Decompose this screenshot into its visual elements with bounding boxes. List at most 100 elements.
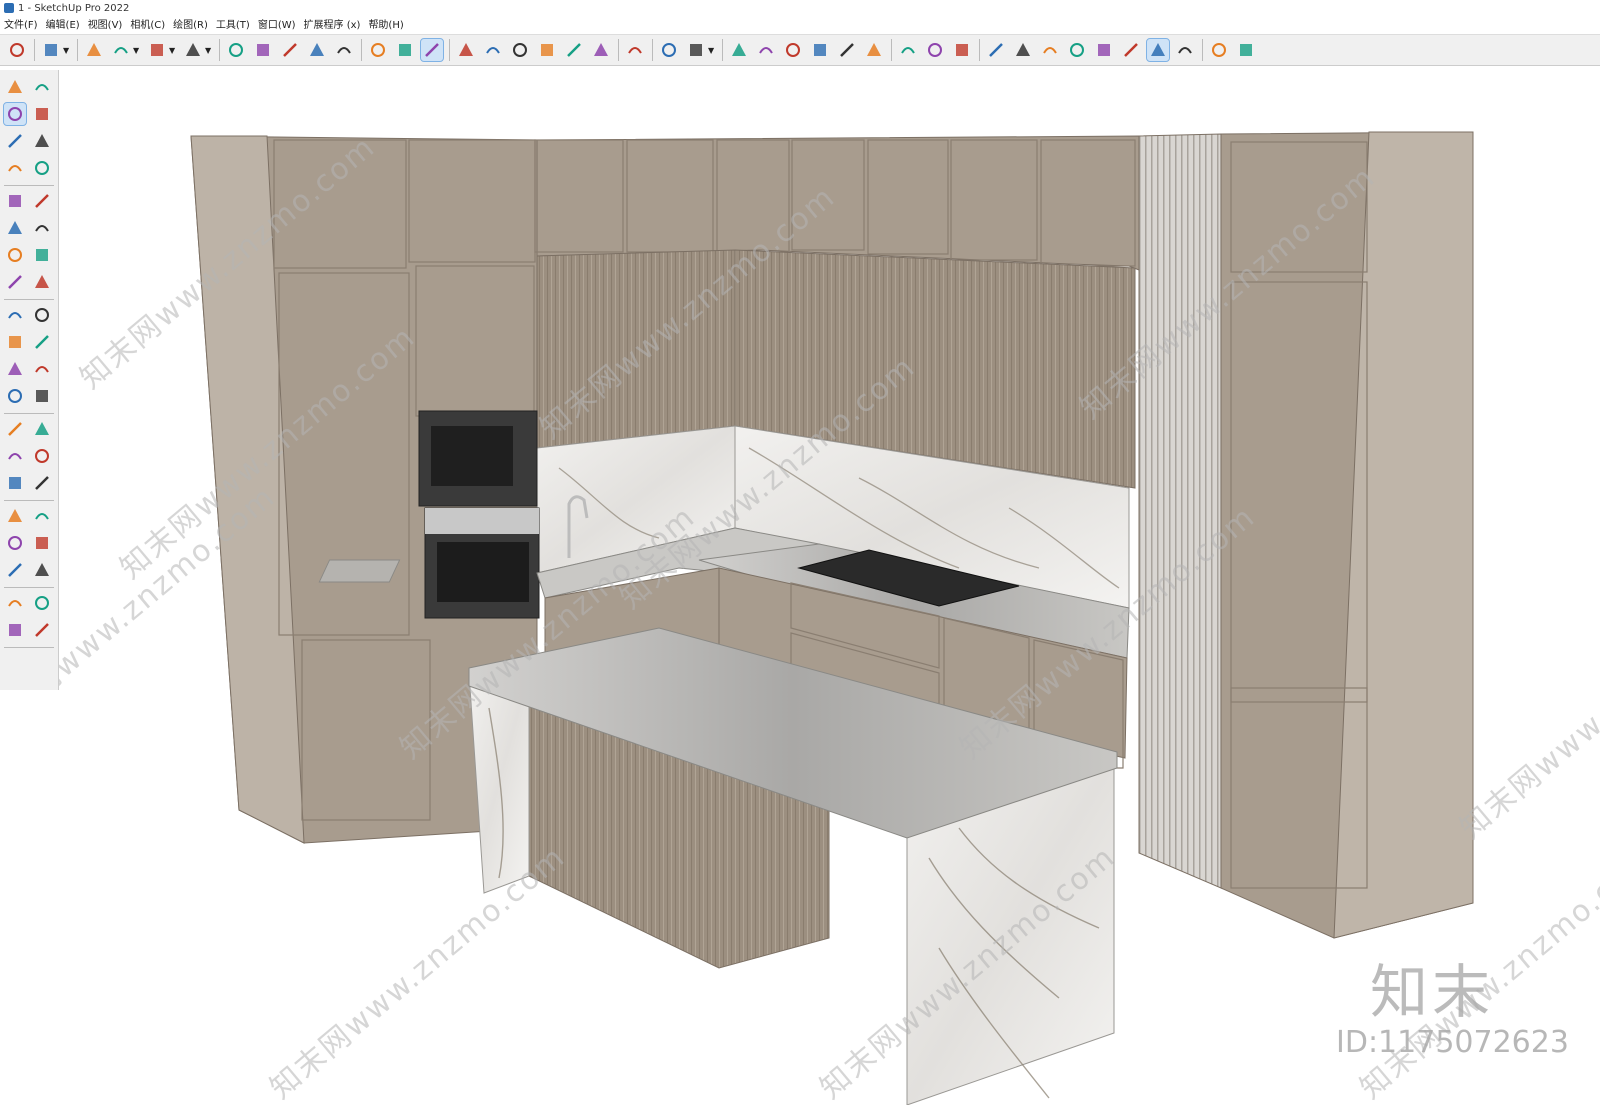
eraser-icon[interactable] xyxy=(31,103,53,125)
checker-icon[interactable] xyxy=(1066,39,1088,61)
move-icon[interactable] xyxy=(279,39,301,61)
eraser-icon[interactable] xyxy=(83,39,105,61)
menu-window[interactable]: 窗口(W) xyxy=(254,17,300,34)
menu-edit[interactable]: 编辑(E) xyxy=(42,17,84,34)
rotate-icon[interactable] xyxy=(4,331,26,353)
dropdown-arrow-icon[interactable]: ▼ xyxy=(133,46,141,55)
scale-icon[interactable] xyxy=(4,358,26,380)
menu-camera[interactable]: 相机(C) xyxy=(126,17,169,34)
pie-icon[interactable] xyxy=(31,244,53,266)
house-4-icon[interactable] xyxy=(863,39,885,61)
rectangle-icon[interactable] xyxy=(4,190,26,212)
settings-icon[interactable] xyxy=(1120,39,1142,61)
scenes-icon[interactable] xyxy=(1146,38,1170,62)
scale-icon[interactable] xyxy=(333,39,355,61)
menu-view[interactable]: 视图(V) xyxy=(84,17,127,34)
match-photo-icon[interactable] xyxy=(1039,39,1061,61)
dropdown-arrow-icon[interactable]: ▼ xyxy=(63,46,71,55)
extension-icon[interactable] xyxy=(658,39,680,61)
tape-measure-icon[interactable] xyxy=(4,385,26,407)
layers-icon[interactable] xyxy=(4,619,26,641)
text-icon[interactable] xyxy=(394,39,416,61)
circle-icon[interactable] xyxy=(4,217,26,239)
styles-icon[interactable] xyxy=(31,592,53,614)
menu-draw[interactable]: 绘图(R) xyxy=(169,17,212,34)
component-icon[interactable] xyxy=(563,39,585,61)
model-info-icon[interactable] xyxy=(755,39,777,61)
outliner-icon[interactable] xyxy=(31,619,53,641)
follow-me-icon[interactable] xyxy=(252,39,274,61)
arc-icon[interactable] xyxy=(4,244,26,266)
orbit-icon[interactable] xyxy=(4,445,26,467)
position-camera-icon[interactable] xyxy=(4,532,26,554)
house-3-icon[interactable] xyxy=(836,39,858,61)
zoom-window-icon[interactable] xyxy=(536,39,558,61)
pencil-icon[interactable] xyxy=(110,39,132,61)
house-2-icon[interactable] xyxy=(809,39,831,61)
paint-bucket-icon[interactable] xyxy=(3,102,27,126)
text-icon[interactable] xyxy=(31,385,53,407)
select-icon[interactable] xyxy=(40,39,62,61)
solid-tools-icon[interactable] xyxy=(897,39,919,61)
zoom-icon[interactable] xyxy=(509,39,531,61)
orbit-icon[interactable] xyxy=(455,39,477,61)
section-icon[interactable] xyxy=(31,559,53,581)
add-icon[interactable] xyxy=(985,39,1007,61)
menu-help[interactable]: 帮助(H) xyxy=(364,17,407,34)
toolbar-separator xyxy=(979,39,980,61)
arc-2pt-icon[interactable] xyxy=(31,271,53,293)
title-bar: 1 - SketchUp Pro 2022 xyxy=(0,0,1600,17)
dropdown-arrow-icon[interactable]: ▼ xyxy=(205,46,213,55)
rotated-rect-icon[interactable] xyxy=(31,190,53,212)
orbit-icon[interactable] xyxy=(31,76,53,98)
model-viewport[interactable]: 知末网www.znzmo.com 知末网www.znzmo.com 知末网www… xyxy=(59,68,1600,1105)
warehouse-icon[interactable] xyxy=(728,39,750,61)
select-icon[interactable] xyxy=(4,76,26,98)
pan-icon[interactable] xyxy=(482,39,504,61)
move-icon[interactable] xyxy=(4,304,26,326)
user-icon[interactable] xyxy=(1235,39,1257,61)
toolbar-separator xyxy=(618,39,619,61)
push-pull-icon[interactable] xyxy=(225,39,247,61)
dropdown-arrow-icon[interactable]: ▼ xyxy=(169,46,177,55)
previous-icon[interactable] xyxy=(31,505,53,527)
rectangle-icon[interactable] xyxy=(182,39,204,61)
sandbox-icon[interactable] xyxy=(1012,39,1034,61)
paint-bucket-icon[interactable] xyxy=(420,38,444,62)
walk-icon[interactable] xyxy=(4,559,26,581)
component-icon[interactable] xyxy=(4,130,26,152)
push-pull-icon[interactable] xyxy=(31,304,53,326)
follow-me-icon[interactable] xyxy=(31,331,53,353)
layers-icon[interactable] xyxy=(624,39,646,61)
styles-icon[interactable] xyxy=(590,39,612,61)
menu-file[interactable]: 文件(F) xyxy=(0,17,42,34)
arc-3pt-icon[interactable] xyxy=(4,271,26,293)
section-icon[interactable] xyxy=(924,39,946,61)
look-around-icon[interactable] xyxy=(31,532,53,554)
house-icon[interactable] xyxy=(782,39,804,61)
polygon-icon[interactable] xyxy=(31,217,53,239)
section-fill-icon[interactable] xyxy=(951,39,973,61)
zoom-extents-icon[interactable] xyxy=(6,39,28,61)
cart-icon[interactable] xyxy=(1208,39,1230,61)
zoom-window-icon[interactable] xyxy=(31,472,53,494)
menu-tools[interactable]: 工具(T) xyxy=(212,17,254,34)
cloud-icon[interactable] xyxy=(1093,39,1115,61)
dropdown-arrow-icon[interactable]: ▼ xyxy=(708,46,716,55)
component-edit-icon[interactable] xyxy=(4,592,26,614)
arc-icon[interactable] xyxy=(146,39,168,61)
menu-extensions[interactable]: 扩展程序 (x) xyxy=(300,17,365,34)
tape-measure-icon[interactable] xyxy=(367,39,389,61)
tape-icon[interactable] xyxy=(31,130,53,152)
account-icon[interactable] xyxy=(685,39,707,61)
axes-icon[interactable] xyxy=(4,418,26,440)
line-icon[interactable] xyxy=(4,157,26,179)
info-icon[interactable] xyxy=(1174,39,1196,61)
3d-text-icon[interactable] xyxy=(31,418,53,440)
rotate-icon[interactable] xyxy=(306,39,328,61)
zoom-extents-icon[interactable] xyxy=(4,505,26,527)
offset-icon[interactable] xyxy=(31,358,53,380)
freehand-icon[interactable] xyxy=(31,157,53,179)
pan-icon[interactable] xyxy=(31,445,53,467)
zoom-icon[interactable] xyxy=(4,472,26,494)
